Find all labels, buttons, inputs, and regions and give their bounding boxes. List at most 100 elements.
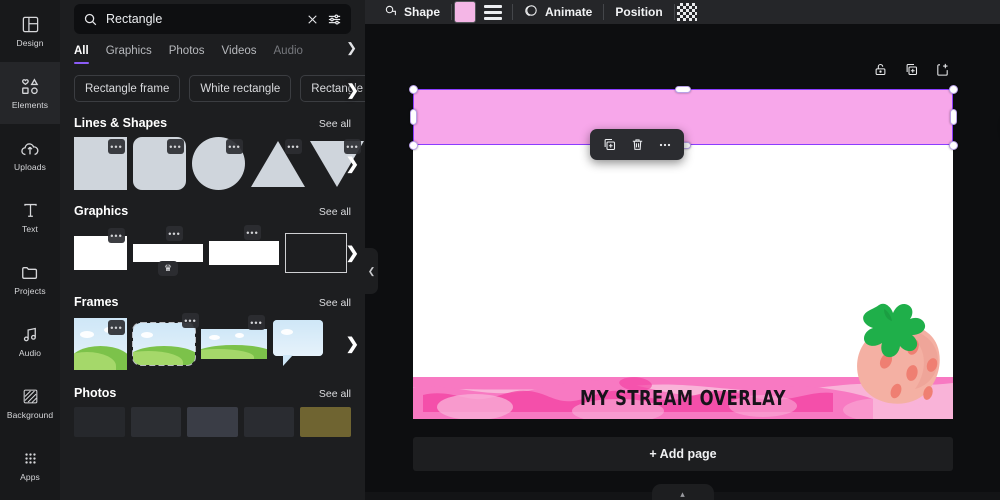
resize-handle-top-left[interactable] bbox=[409, 85, 418, 94]
resize-handle-bottom-right[interactable] bbox=[949, 141, 958, 150]
photo-thumb[interactable] bbox=[244, 407, 295, 437]
graphic-white-bar[interactable]: ••• ♛ bbox=[133, 244, 203, 262]
more-dots-icon[interactable]: ••• bbox=[248, 315, 265, 330]
sidebar-item-elements[interactable]: Elements bbox=[0, 62, 60, 124]
photo-thumb[interactable] bbox=[300, 407, 351, 437]
tabs-next-chevron-right-icon[interactable]: ❯ bbox=[346, 40, 357, 56]
more-dots-icon[interactable]: ••• bbox=[108, 228, 125, 243]
resize-handle-middle-left[interactable] bbox=[410, 109, 417, 125]
resize-handle-middle-right[interactable] bbox=[950, 109, 957, 125]
close-icon[interactable] bbox=[306, 13, 319, 26]
strawberry-graphic[interactable] bbox=[829, 295, 947, 407]
section-photos: Photos See all bbox=[60, 386, 365, 400]
search-box[interactable]: Rectangle bbox=[74, 4, 351, 34]
graphics-next-chevron-right-icon[interactable]: ❯ bbox=[346, 243, 359, 263]
see-all-photos[interactable]: See all bbox=[319, 388, 351, 400]
shapes-next-chevron-right-icon[interactable]: ❯ bbox=[346, 154, 359, 174]
toolbar-divider bbox=[451, 4, 452, 20]
duplicate-icon[interactable] bbox=[596, 132, 622, 158]
graphic-white-box-wide[interactable]: ••• bbox=[209, 241, 279, 265]
more-dots-icon[interactable]: ••• bbox=[226, 139, 243, 154]
sidebar-item-uploads[interactable]: Uploads bbox=[0, 124, 60, 186]
tab-photos[interactable]: Photos bbox=[169, 45, 205, 64]
tab-all[interactable]: All bbox=[74, 45, 89, 64]
tab-audio[interactable]: Audio bbox=[274, 45, 303, 64]
add-page-button[interactable]: + Add page bbox=[413, 437, 953, 471]
left-rail: Design Elements Uploads bbox=[0, 0, 60, 500]
sidebar-item-text[interactable]: Text bbox=[0, 186, 60, 248]
graphic-white-box-tall[interactable]: ••• bbox=[74, 236, 127, 270]
search-input[interactable]: Rectangle bbox=[106, 12, 298, 26]
frame-torn[interactable]: ••• bbox=[133, 323, 195, 365]
tab-videos[interactable]: Videos bbox=[222, 45, 257, 64]
more-dots-icon[interactable]: ••• bbox=[244, 225, 261, 240]
frame-wide[interactable]: ••• bbox=[201, 329, 267, 359]
photo-thumb[interactable] bbox=[74, 407, 125, 437]
transparency-checker-icon[interactable] bbox=[677, 3, 697, 21]
shape-button[interactable]: Shape bbox=[375, 0, 449, 24]
add-page-label: + Add page bbox=[649, 447, 716, 461]
shape-square[interactable]: ••• bbox=[74, 137, 127, 190]
more-dots-icon[interactable]: ••• bbox=[108, 139, 125, 154]
expand-bottom-panel-button[interactable]: ▴ bbox=[652, 484, 714, 500]
sky bbox=[273, 320, 323, 356]
section-header: Graphics See all bbox=[74, 204, 351, 218]
floating-context-toolbar bbox=[590, 129, 684, 160]
sidebar-item-background[interactable]: Background bbox=[0, 372, 60, 434]
sidebar-label-uploads: Uploads bbox=[14, 163, 46, 172]
more-dots-icon[interactable]: ••• bbox=[344, 139, 361, 154]
sidebar-item-audio[interactable]: Audio bbox=[0, 310, 60, 372]
photo-thumb[interactable] bbox=[131, 407, 182, 437]
sidebar-item-apps[interactable]: Apps bbox=[0, 434, 60, 496]
more-dots-icon[interactable]: ••• bbox=[108, 320, 125, 335]
collapse-panel-button[interactable]: ❮ bbox=[365, 248, 378, 294]
cloud bbox=[235, 333, 244, 338]
shape-crop-icon bbox=[384, 4, 398, 21]
chevron-left-icon: ❮ bbox=[368, 266, 376, 277]
section-frames: Frames See all ••• bbox=[60, 295, 365, 372]
sidebar-item-design[interactable]: Design bbox=[0, 0, 60, 62]
filter-sliders-icon[interactable] bbox=[327, 12, 342, 27]
color-swatch[interactable] bbox=[454, 1, 476, 23]
resize-handle-bottom-left[interactable] bbox=[409, 141, 418, 150]
graphic-outline-box[interactable] bbox=[285, 233, 347, 273]
white-bar bbox=[133, 244, 203, 262]
resize-handle-top-right[interactable] bbox=[949, 85, 958, 94]
more-dots-icon[interactable]: ••• bbox=[166, 226, 183, 241]
duplicate-icon[interactable] bbox=[904, 62, 919, 77]
frame-square[interactable]: ••• bbox=[74, 318, 127, 370]
object-toolbar: Shape Animate Position bbox=[365, 0, 1000, 24]
canvas-stage: MY STREAM OVERLAY bbox=[365, 24, 1000, 500]
uploads-icon bbox=[20, 139, 40, 159]
resize-handle-top-center[interactable] bbox=[675, 86, 691, 93]
more-dots-icon[interactable] bbox=[652, 132, 678, 158]
chip-rectangle-frame[interactable]: Rectangle frame bbox=[74, 75, 180, 102]
search-area: Rectangle bbox=[60, 0, 365, 34]
shape-triangle[interactable]: ••• bbox=[251, 137, 304, 190]
chip-white-rectangle[interactable]: White rectangle bbox=[189, 75, 291, 102]
animate-button[interactable]: Animate bbox=[515, 0, 601, 24]
photo-thumb[interactable] bbox=[187, 407, 238, 437]
border-style-icon[interactable] bbox=[476, 5, 510, 20]
more-dots-icon[interactable]: ••• bbox=[182, 313, 199, 328]
chips-next-chevron-right-icon[interactable]: ❯ bbox=[346, 81, 359, 99]
shape-circle[interactable]: ••• bbox=[192, 137, 245, 190]
trash-icon[interactable] bbox=[624, 132, 650, 158]
see-all-lines-and-shapes[interactable]: See all bbox=[319, 118, 351, 130]
more-dots-icon[interactable]: ••• bbox=[285, 139, 302, 154]
see-all-frames[interactable]: See all bbox=[319, 297, 351, 309]
frame-speech[interactable] bbox=[273, 320, 323, 368]
more-dots-icon[interactable]: ••• bbox=[167, 139, 184, 154]
add-to-page-icon[interactable] bbox=[935, 62, 950, 77]
tab-graphics[interactable]: Graphics bbox=[106, 45, 152, 64]
toolbar-divider bbox=[512, 4, 513, 20]
position-button[interactable]: Position bbox=[606, 0, 671, 24]
frames-next-chevron-right-icon[interactable]: ❯ bbox=[346, 334, 359, 354]
unlock-icon[interactable] bbox=[873, 62, 888, 77]
shape-rounded-square[interactable]: ••• bbox=[133, 137, 186, 190]
sidebar-item-projects[interactable]: Projects bbox=[0, 248, 60, 310]
sidebar-label-design: Design bbox=[16, 39, 43, 48]
background-icon bbox=[20, 387, 40, 407]
tab-audio-label: Audio bbox=[274, 45, 303, 57]
see-all-graphics[interactable]: See all bbox=[319, 206, 351, 218]
